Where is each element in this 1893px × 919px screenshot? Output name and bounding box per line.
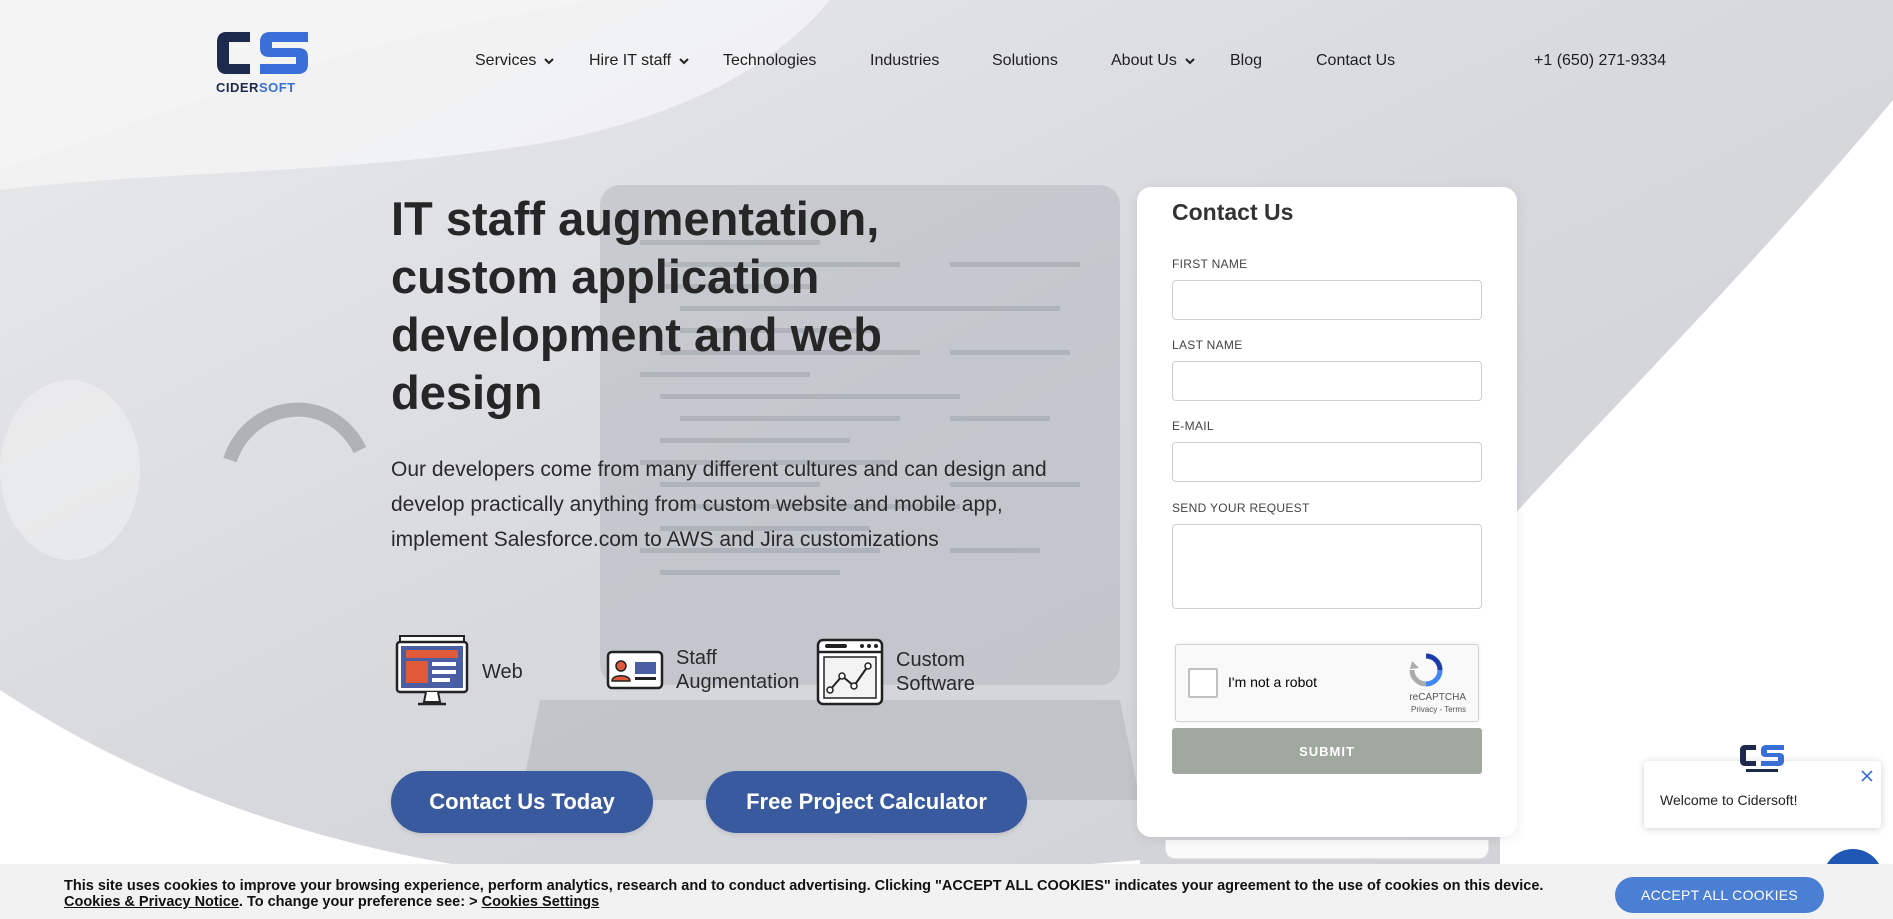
- free-project-calculator-button[interactable]: Free Project Calculator: [706, 771, 1027, 833]
- recaptcha-checkbox[interactable]: [1188, 668, 1218, 698]
- logo-word-soft: SOFT: [258, 80, 296, 95]
- nav-label: Hire IT staff: [589, 52, 672, 69]
- request-label: SEND YOUR REQUEST: [1172, 501, 1310, 515]
- chevron-down-icon: [544, 58, 555, 65]
- nav-item-services[interactable]: Services: [475, 52, 555, 70]
- nav-item-hire-it-staff[interactable]: Hire IT staff: [589, 52, 689, 70]
- cookie-notice-text: This site uses cookies to improve your b…: [64, 878, 1543, 910]
- recaptcha-label: I'm not a robot: [1228, 674, 1318, 690]
- first-name-field[interactable]: [1172, 280, 1482, 320]
- nav-item-contact-us[interactable]: Contact Us: [1316, 52, 1395, 70]
- recaptcha-terms[interactable]: Privacy - Terms: [1411, 705, 1466, 714]
- service-label-custom-software: Custom Software: [896, 649, 975, 695]
- service-label-staff-augmentation: Staff Augmentation: [676, 647, 800, 693]
- close-icon[interactable]: [1859, 768, 1875, 784]
- service-custom-software[interactable]: Custom Software: [816, 638, 996, 706]
- nav-item-technologies[interactable]: Technologies: [723, 52, 816, 70]
- card-tab-shadow: [1165, 840, 1489, 859]
- contact-form-title: Contact Us: [1172, 199, 1294, 225]
- email-label: E-MAIL: [1172, 419, 1214, 433]
- nav-label: Solutions: [992, 52, 1058, 69]
- nav-item-solutions[interactable]: Solutions: [992, 52, 1058, 70]
- cookie-middle-text: . To change your preference see: >: [238, 894, 482, 910]
- phone-link[interactable]: +1 (650) 271-9334: [1534, 52, 1666, 70]
- logo-word-cider: CIDER: [216, 80, 259, 95]
- email-field[interactable]: [1172, 442, 1482, 482]
- logo-wordmark: CIDERSOFT: [216, 80, 296, 95]
- recaptcha-brand: reCAPTCHA: [1409, 692, 1466, 703]
- service-web[interactable]: Web: [394, 634, 523, 710]
- hero-description: Our developers come from many different …: [391, 458, 1047, 551]
- nav-label: Technologies: [723, 52, 817, 69]
- last-name-label: LAST NAME: [1172, 338, 1243, 352]
- nav-label: Blog: [1230, 52, 1263, 69]
- cookies-privacy-notice-link[interactable]: Cookies & Privacy Notice: [64, 894, 239, 910]
- chevron-down-icon: [679, 58, 689, 65]
- recaptcha-widget: I'm not a robot reCAPTCHA Privacy - Term…: [1175, 644, 1479, 722]
- contact-us-today-button[interactable]: Contact Us Today: [391, 771, 653, 833]
- cookies-settings-link[interactable]: Cookies Settings: [482, 894, 600, 910]
- nav-item-about-us[interactable]: About Us: [1111, 52, 1195, 70]
- nav-label: Services: [475, 52, 537, 69]
- contact-form-card: Contact Us FIRST NAME LAST NAME E-MAIL S…: [1137, 187, 1517, 837]
- service-label-web: Web: [482, 661, 523, 683]
- accept-all-cookies-button[interactable]: ACCEPT ALL COOKIES: [1615, 877, 1824, 913]
- nav-item-industries[interactable]: Industries: [870, 52, 939, 70]
- cookie-message: This site uses cookies to improve your b…: [64, 878, 1544, 894]
- nav-label: Industries: [870, 52, 940, 69]
- request-textarea[interactable]: [1172, 524, 1482, 609]
- submit-button[interactable]: SUBMIT: [1172, 728, 1482, 774]
- cookie-consent-bar: This site uses cookies to improve your b…: [0, 864, 1893, 919]
- web-monitor-icon: [395, 635, 469, 706]
- hero-title: IT staff augmentation, custom applicatio…: [391, 192, 882, 419]
- chevron-down-icon: [1185, 58, 1195, 65]
- nav-item-blog[interactable]: Blog: [1230, 52, 1262, 70]
- last-name-field[interactable]: [1172, 361, 1482, 401]
- id-card-icon: [606, 650, 664, 690]
- nav-label: Contact Us: [1316, 52, 1396, 69]
- nav-label: About Us: [1111, 52, 1177, 69]
- chat-welcome-message: Welcome to Cidersoft!: [1660, 792, 1798, 808]
- chat-logo-icon: [1740, 745, 1784, 772]
- recaptcha-logo-icon: [1409, 653, 1443, 687]
- first-name-label: FIRST NAME: [1172, 257, 1248, 271]
- software-chart-icon: [816, 638, 884, 706]
- service-staff-augmentation[interactable]: Staff Augmentation: [606, 646, 806, 694]
